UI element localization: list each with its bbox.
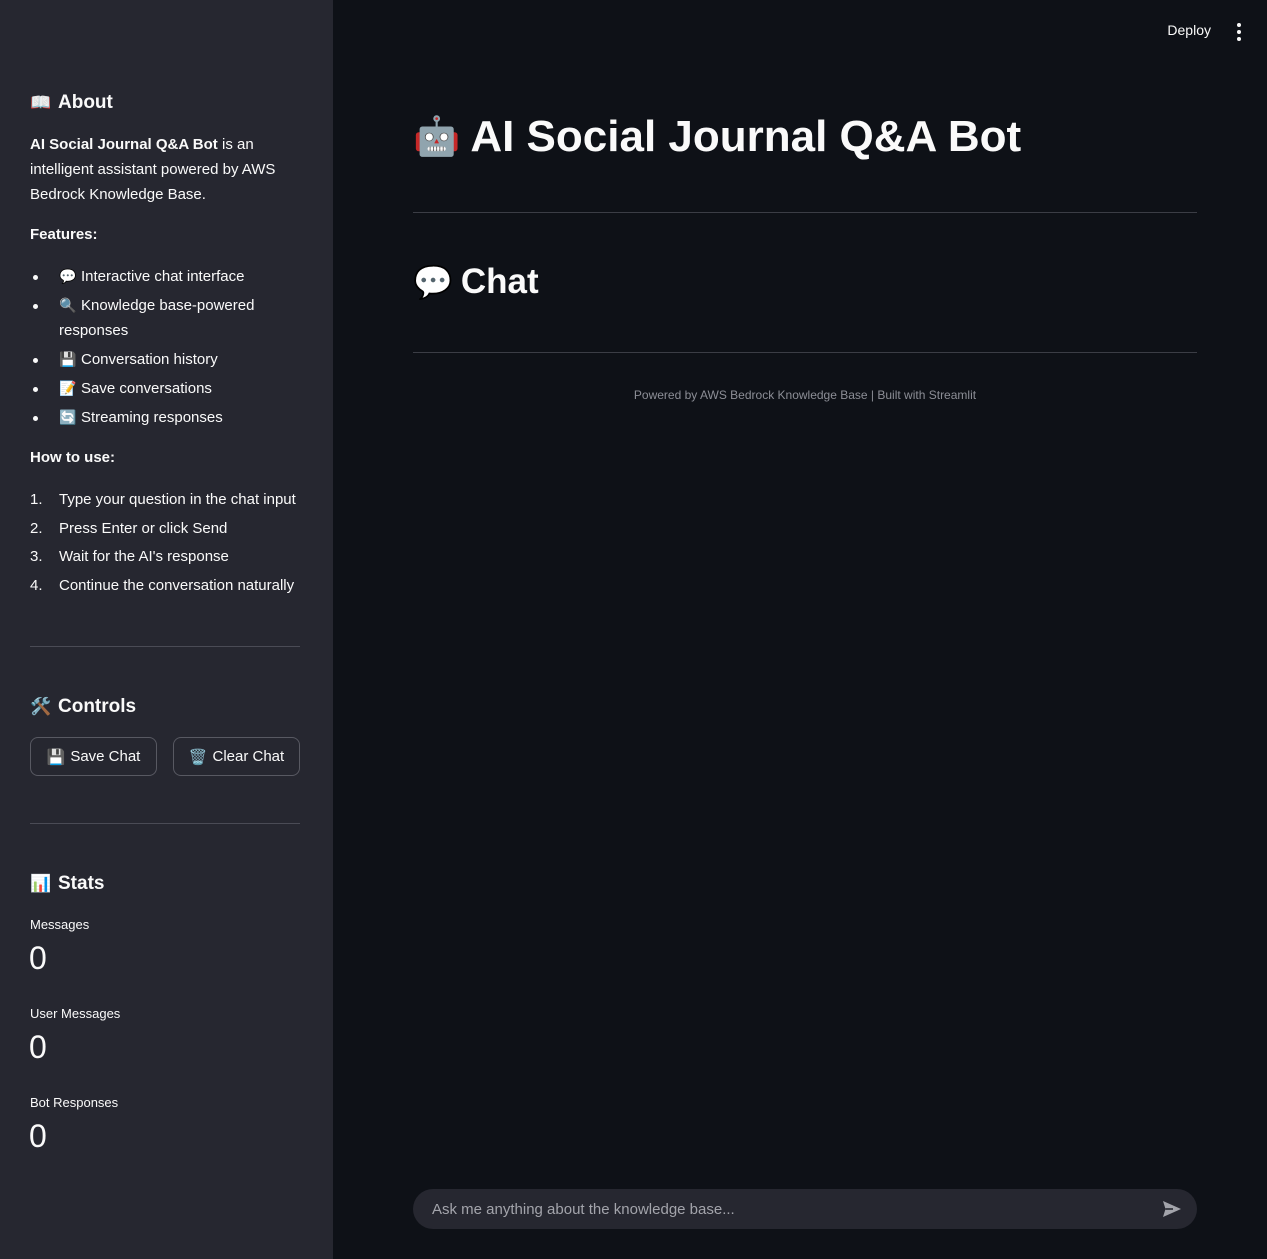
app-name: AI Social Journal Q&A Bot <box>30 136 218 153</box>
chat-heading-text: Chat <box>460 262 539 301</box>
main-divider <box>413 352 1197 353</box>
footer-caption: Powered by AWS Bedrock Knowledge Base | … <box>633 388 977 402</box>
list-item: 1. Type your question in the chat input <box>30 487 320 512</box>
list-item: 4. Continue the conversation naturally <box>30 573 320 598</box>
magnifier-icon: 🔍 <box>59 297 77 313</box>
about-description: AI Social Journal Q&A Bot is an intellig… <box>30 132 300 207</box>
metric-label-user-messages: User Messages <box>30 1006 121 1021</box>
sidebar-divider <box>30 646 300 647</box>
chat-heading: 💬 Chat <box>413 262 539 302</box>
list-item: 2. Press Enter or click Send <box>30 516 320 541</box>
app-root: 📖 About AI Social Journal Q&A Bot is an … <box>0 0 1267 1259</box>
feature-text: Save conversations <box>81 380 212 397</box>
list-item: 3. Wait for the AI's response <box>30 544 320 569</box>
about-heading: 📖 About <box>30 92 113 114</box>
stats-heading: 📊 Stats <box>30 873 104 895</box>
clear-chat-button[interactable]: 🗑️ Clear Chat <box>173 737 300 776</box>
step-text: Press Enter or click Send <box>59 519 228 537</box>
list-item: 💾 Conversation history <box>30 347 300 372</box>
controls-title: Controls <box>58 696 137 717</box>
metric-label-bot-responses: Bot Responses <box>30 1095 119 1110</box>
controls-heading: 🛠️ Controls <box>30 696 136 718</box>
clear-chat-label: Clear Chat <box>212 748 285 765</box>
metric-value-user-messages: 0 <box>29 1029 47 1065</box>
sidebar-divider <box>30 823 300 824</box>
step-number: 3. <box>30 548 43 566</box>
save-chat-button[interactable]: 💾 Save Chat <box>30 737 157 776</box>
deploy-button[interactable]: Deploy <box>1167 22 1211 38</box>
list-item: 📝 Save conversations <box>30 376 300 401</box>
list-item: 🔄 Streaming responses <box>30 405 300 430</box>
step-number: 4. <box>30 577 43 595</box>
feature-text: Conversation history <box>81 351 218 368</box>
features-list: 💬 Interactive chat interface 🔍 Knowledge b… <box>30 264 300 434</box>
page-title: 🤖 AI Social Journal Q&A Bot <box>413 112 1021 162</box>
chat-input-container <box>413 1189 1197 1229</box>
save-chat-label: Save Chat <box>70 748 141 765</box>
about-title: About <box>58 92 113 113</box>
refresh-icon: 🔄 <box>59 409 77 425</box>
how-to-label: How to use: <box>30 449 115 466</box>
list-item: 🔍 Knowledge base-powered responses <box>30 293 300 343</box>
robot-icon: 🤖 <box>413 116 461 158</box>
send-icon[interactable] <box>1161 1198 1183 1220</box>
floppy-disk-icon: 💾 <box>59 351 77 367</box>
memo-icon: 📝 <box>59 380 77 396</box>
main-divider <box>413 212 1197 213</box>
stats-title: Stats <box>58 873 105 894</box>
feature-text: Interactive chat interface <box>81 268 245 285</box>
main-content: Deploy 🤖 AI Social Journal Q&A Bot 💬 Cha… <box>333 0 1267 1259</box>
book-icon: 📖 <box>30 93 52 112</box>
how-to-steps: 1. Type your question in the chat input 2… <box>30 487 320 602</box>
hammer-wrench-icon: 🛠️ <box>30 697 52 716</box>
feature-text: Streaming responses <box>81 409 223 426</box>
sidebar: 📖 About AI Social Journal Q&A Bot is an … <box>0 0 333 1259</box>
chat-input[interactable] <box>430 1199 1161 1219</box>
vertical-dots-icon[interactable] <box>1233 23 1245 41</box>
step-number: 2. <box>30 519 43 537</box>
feature-text: Knowledge base-powered responses <box>59 297 255 339</box>
metric-value-messages: 0 <box>29 940 47 976</box>
step-number: 1. <box>30 491 43 508</box>
step-text: Continue the conversation naturally <box>59 577 295 595</box>
list-item: 💬 Interactive chat interface <box>30 264 300 289</box>
metric-label-messages: Messages <box>30 917 90 932</box>
bar-chart-icon: 📊 <box>30 874 52 893</box>
trash-icon: 🗑️ <box>188 748 208 766</box>
floppy-disk-icon: 💾 <box>46 748 66 766</box>
page-title-text: AI Social Journal Q&A Bot <box>470 112 1022 161</box>
step-text: Type your question in the chat input <box>59 491 296 508</box>
features-label: Features: <box>30 226 98 243</box>
metric-value-bot-responses: 0 <box>29 1118 47 1154</box>
speech-bubble-icon: 💬 <box>59 268 77 284</box>
step-text: Wait for the AI's response <box>59 548 229 566</box>
speech-bubble-icon: 💬 <box>413 264 453 300</box>
